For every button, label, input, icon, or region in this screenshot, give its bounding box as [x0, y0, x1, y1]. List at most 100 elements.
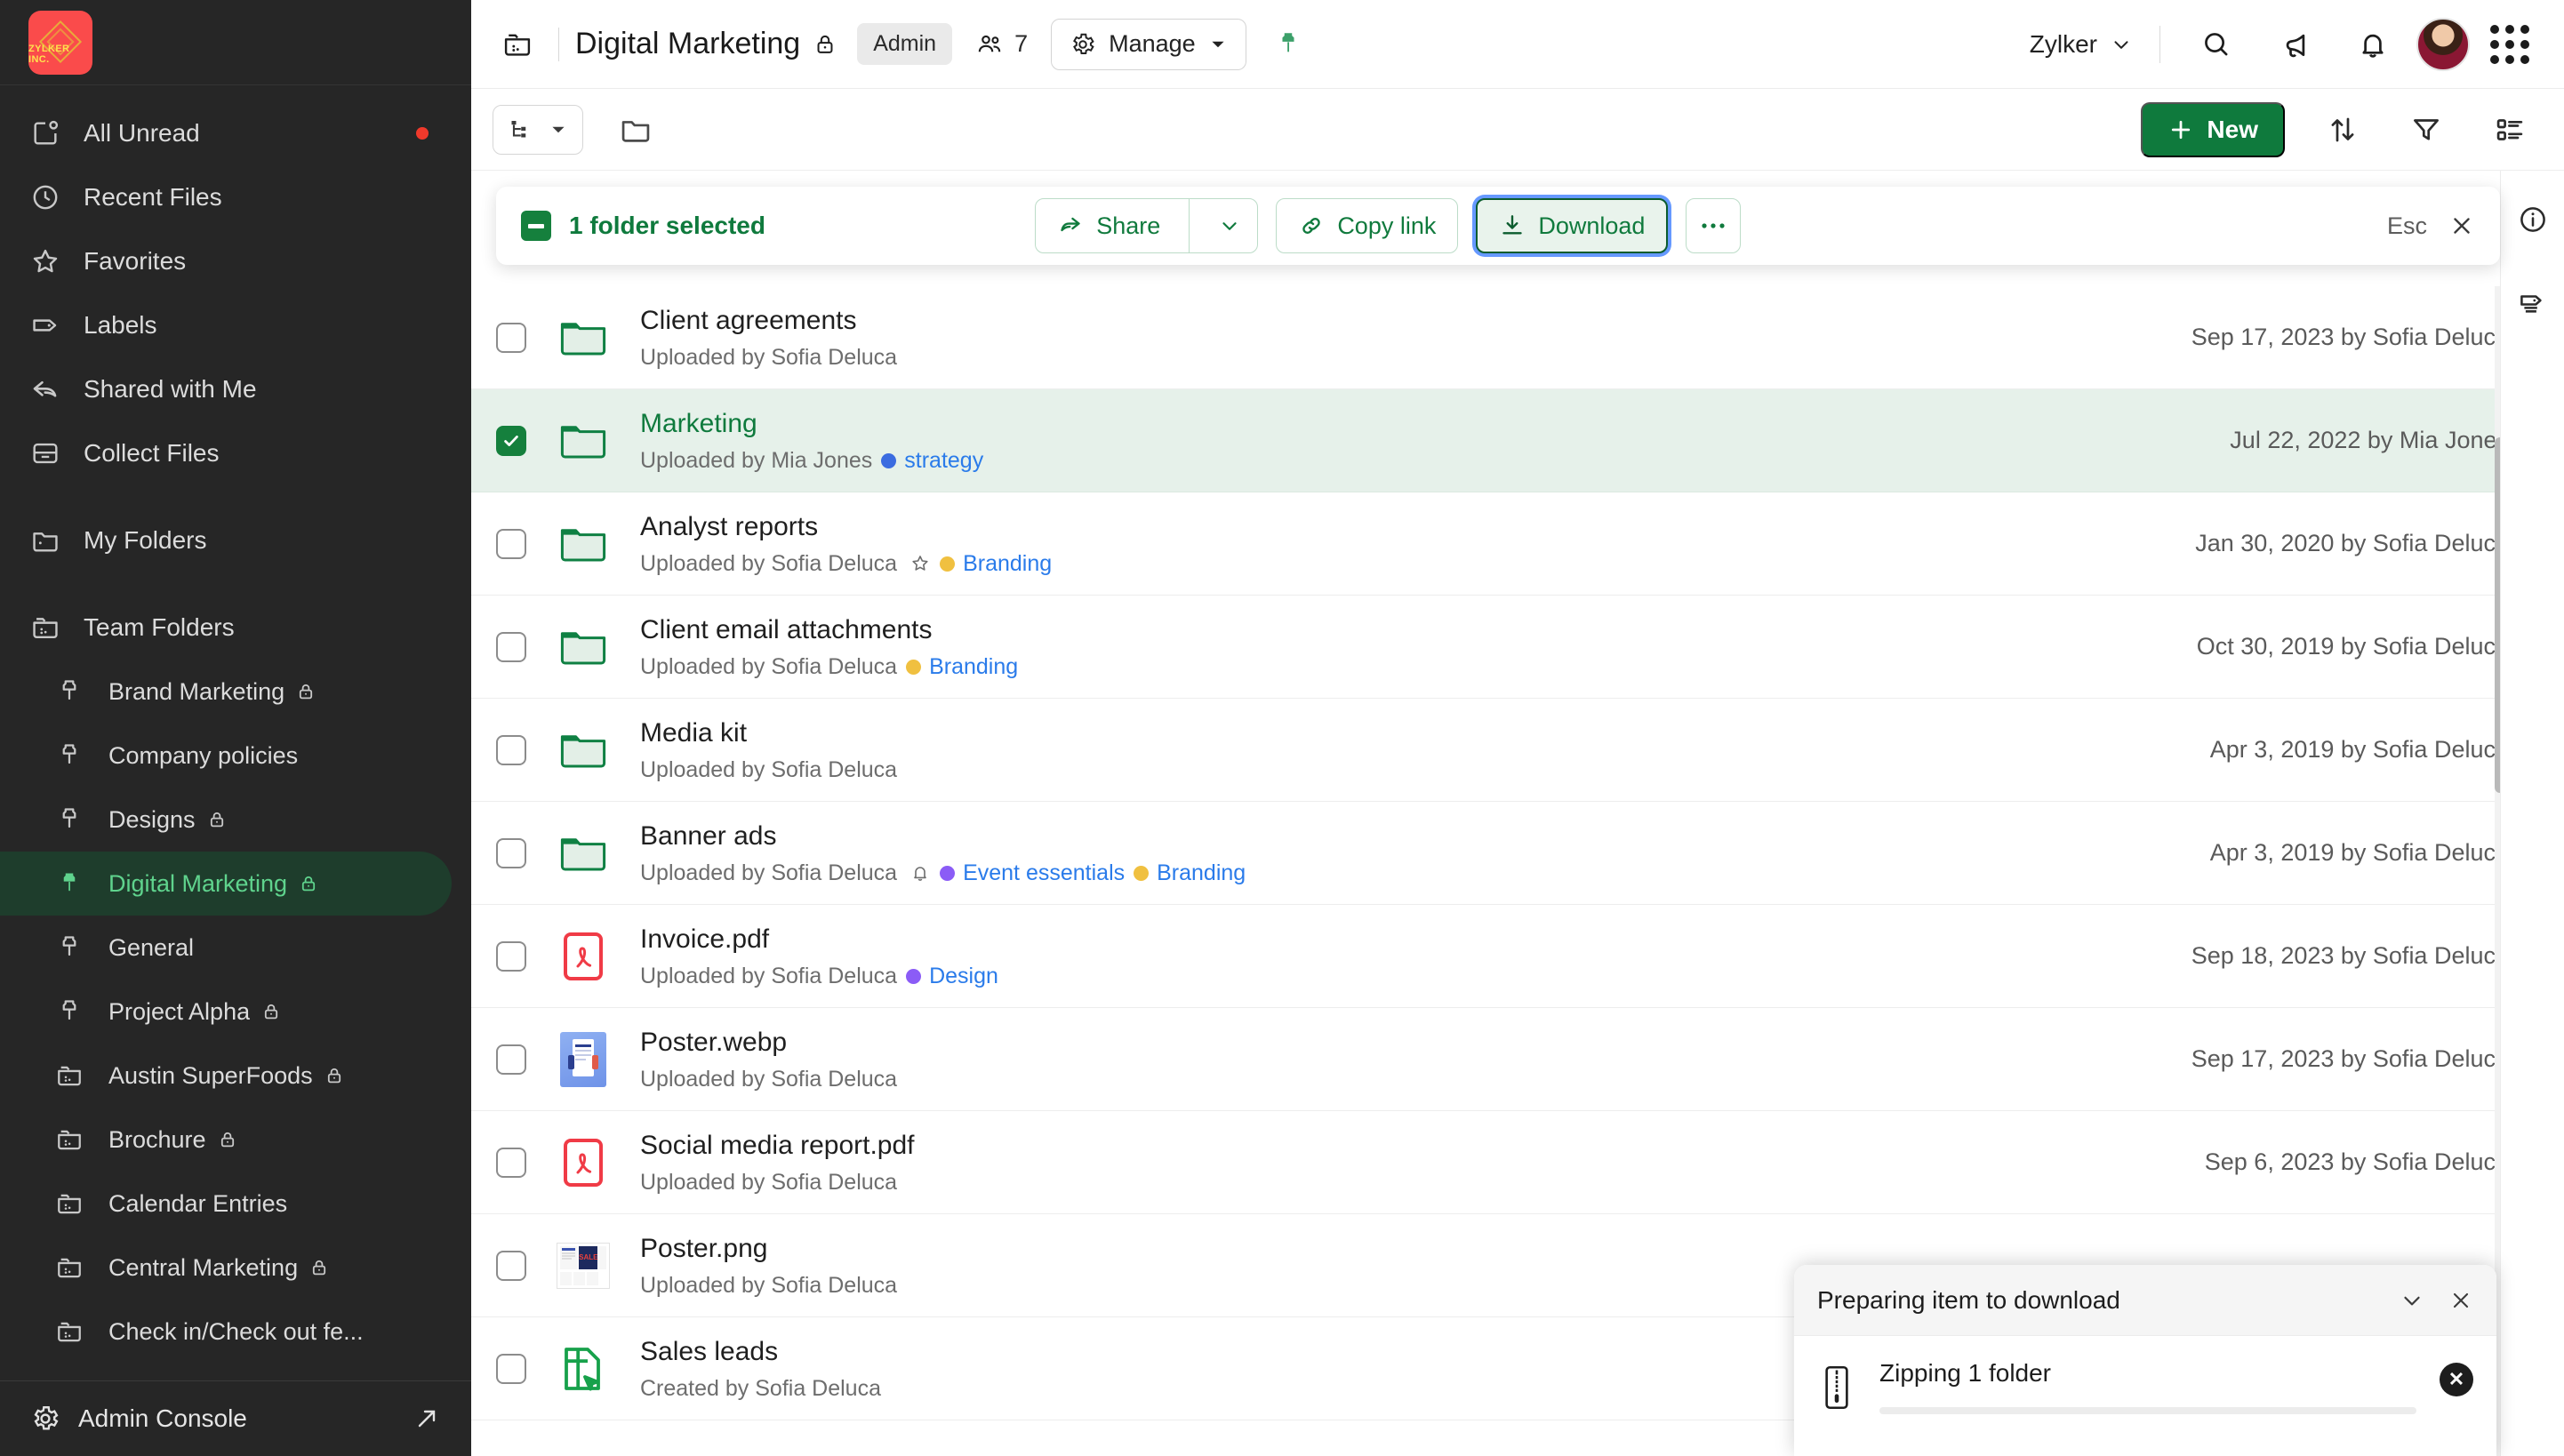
chevron-down-icon[interactable] — [2399, 1287, 2425, 1314]
file-name[interactable]: Banner ads — [640, 820, 1246, 853]
select-all-checkbox[interactable] — [521, 211, 551, 241]
file-name[interactable]: Client agreements — [640, 304, 897, 338]
bell-icon[interactable] — [2344, 15, 2402, 74]
sidebar-item-team-folders[interactable]: Team Folders — [0, 596, 452, 660]
row-checkbox[interactable] — [496, 734, 526, 765]
file-date: Sep 18, 2023 by Sofia Deluca — [2191, 942, 2509, 969]
pin-icon[interactable] — [1273, 29, 1303, 60]
sidebar-item-brochure[interactable]: Brochure — [0, 1108, 452, 1172]
file-tag[interactable]: Branding — [1134, 860, 1246, 886]
table-row[interactable]: Client email attachments Uploaded by Sofi… — [471, 596, 2539, 699]
manage-button[interactable]: Manage — [1051, 18, 1246, 70]
list-layout-icon[interactable] — [2480, 100, 2539, 159]
sidebar-item-labels[interactable]: Labels — [0, 293, 452, 357]
sidebar-item-general[interactable]: General — [0, 916, 452, 980]
file-tag[interactable]: Branding — [940, 551, 1052, 577]
file-tag[interactable]: Event essentials — [940, 860, 1125, 886]
sidebar-item-check-in-check-out-fe[interactable]: Check in/Check out fe... — [0, 1300, 452, 1364]
sidebar-item-my-folders[interactable]: My Folders — [0, 508, 452, 572]
megaphone-icon[interactable] — [2265, 15, 2324, 74]
sort-icon[interactable] — [2313, 100, 2372, 159]
sidebar-item-collect-files[interactable]: Collect Files — [0, 421, 452, 485]
share-button[interactable]: Share — [1035, 198, 1259, 253]
row-checkbox[interactable] — [496, 1147, 526, 1178]
sidebar-item-favorites[interactable]: Favorites — [0, 229, 452, 293]
bell-icon — [909, 862, 931, 884]
sidebar-item-recent-files[interactable]: Recent Files — [0, 165, 452, 229]
external-link-icon[interactable] — [413, 1404, 441, 1433]
row-checkbox[interactable] — [496, 940, 526, 972]
sidebar-item-calendar-entries[interactable]: Calendar Entries — [0, 1172, 452, 1236]
brand-logo[interactable]: ZYLKER INC. — [28, 10, 92, 75]
sidebar-item-label: Recent Files — [84, 183, 222, 212]
search-icon[interactable] — [2187, 15, 2246, 74]
sidebar-item-digital-marketing[interactable]: Digital Marketing — [0, 852, 452, 916]
selection-count[interactable]: 1 folder selected — [521, 211, 765, 241]
sidebar-item-collaterals[interactable]: Collaterals — [0, 1364, 452, 1380]
avatar[interactable] — [2416, 17, 2470, 71]
file-subtitle: Uploaded by Sofia Deluca — [640, 1170, 915, 1196]
view-mode-select[interactable] — [493, 104, 583, 155]
file-name[interactable]: Analyst reports — [640, 510, 1052, 544]
sidebar-item-central-marketing[interactable]: Central Marketing — [0, 1236, 452, 1300]
file-name[interactable]: Marketing — [640, 407, 983, 441]
sidebar-item-label: Brochure — [108, 1125, 206, 1153]
admin-console-button[interactable]: Admin Console — [0, 1380, 471, 1456]
row-checkbox[interactable] — [496, 1353, 526, 1384]
caret-down-icon — [549, 120, 568, 140]
new-button[interactable]: New — [2141, 101, 2285, 157]
org-switcher[interactable]: Zylker — [2030, 30, 2133, 59]
sidebar-item-shared-with-me[interactable]: Shared with Me — [0, 357, 452, 421]
table-row[interactable]: Analyst reports Uploaded by Sofia Deluca … — [471, 492, 2539, 596]
filter-icon[interactable] — [2397, 100, 2456, 159]
close-icon[interactable] — [2448, 1288, 2473, 1313]
close-icon[interactable] — [2448, 212, 2475, 239]
file-name[interactable]: Poster.png — [640, 1232, 897, 1266]
file-name[interactable]: Client email attachments — [640, 613, 1018, 647]
title-divider — [558, 27, 559, 61]
sidebar-item-austin-superfoods[interactable]: Austin SuperFoods — [0, 1044, 452, 1108]
sidebar-item-brand-marketing[interactable]: Brand Marketing — [0, 660, 452, 724]
info-icon[interactable] — [2504, 190, 2562, 249]
sidebar-item-designs[interactable]: Designs — [0, 788, 452, 852]
folder-icon[interactable] — [619, 113, 653, 147]
file-name[interactable]: Media kit — [640, 716, 897, 750]
sidebar-item-all-unread[interactable]: All Unread — [0, 101, 452, 165]
copy-link-button[interactable]: Copy link — [1276, 198, 1459, 253]
table-row[interactable]: Invoice.pdf Uploaded by Sofia Deluca Desig… — [471, 905, 2539, 1008]
file-tag[interactable]: Design — [906, 964, 998, 989]
table-row[interactable]: Media kit Uploaded by Sofia Deluca Apr 3, … — [471, 699, 2539, 802]
apps-grid-icon[interactable] — [2480, 15, 2539, 74]
file-subtitle: Uploaded by Sofia Deluca — [640, 757, 897, 783]
members-count[interactable]: 7 — [975, 30, 1028, 59]
row-checkbox[interactable] — [496, 1250, 526, 1281]
table-row[interactable]: Marketing Uploaded by Mia Jones strategy Ju… — [471, 389, 2539, 492]
row-checkbox[interactable] — [496, 1044, 526, 1075]
download-button[interactable]: Download — [1476, 198, 1669, 253]
row-checkbox[interactable] — [496, 425, 526, 456]
more-actions-button[interactable] — [1686, 198, 1742, 253]
table-row[interactable]: Client agreements Uploaded by Sofia Deluc… — [471, 286, 2539, 389]
sidebar-item-company-policies[interactable]: Company policies — [0, 724, 452, 788]
file-name[interactable]: Sales leads — [640, 1335, 881, 1369]
table-row[interactable]: Banner ads Uploaded by Sofia Deluca Event… — [471, 802, 2539, 905]
unread-badge-dot — [416, 127, 429, 140]
share-dropdown-toggle[interactable] — [1202, 198, 1257, 253]
cancel-icon[interactable]: ✕ — [2440, 1363, 2473, 1396]
file-name[interactable]: Invoice.pdf — [640, 923, 998, 956]
file-meta: Poster.webp Uploaded by Sofia Deluca — [640, 1026, 897, 1092]
file-name[interactable]: Social media report.pdf — [640, 1129, 915, 1163]
table-row[interactable]: Poster.webp Uploaded by Sofia Deluca Sep 1… — [471, 1008, 2539, 1111]
file-tag[interactable]: Branding — [906, 654, 1018, 680]
row-checkbox[interactable] — [496, 837, 526, 868]
row-checkbox[interactable] — [496, 322, 526, 353]
tag-stack-icon[interactable] — [2504, 274, 2562, 332]
file-list-wrapper: Client agreements Uploaded by Sofia Deluc… — [471, 171, 2564, 1456]
row-checkbox[interactable] — [496, 528, 526, 559]
sidebar-item-project-alpha[interactable]: Project Alpha — [0, 980, 452, 1044]
row-checkbox[interactable] — [496, 631, 526, 662]
file-name[interactable]: Poster.webp — [640, 1026, 897, 1060]
file-tag[interactable]: strategy — [881, 448, 983, 474]
table-row[interactable]: Social media report.pdf Uploaded by Sofia… — [471, 1111, 2539, 1214]
topbar-left: Digital Marketing Admin 7 Manage — [493, 18, 1303, 70]
